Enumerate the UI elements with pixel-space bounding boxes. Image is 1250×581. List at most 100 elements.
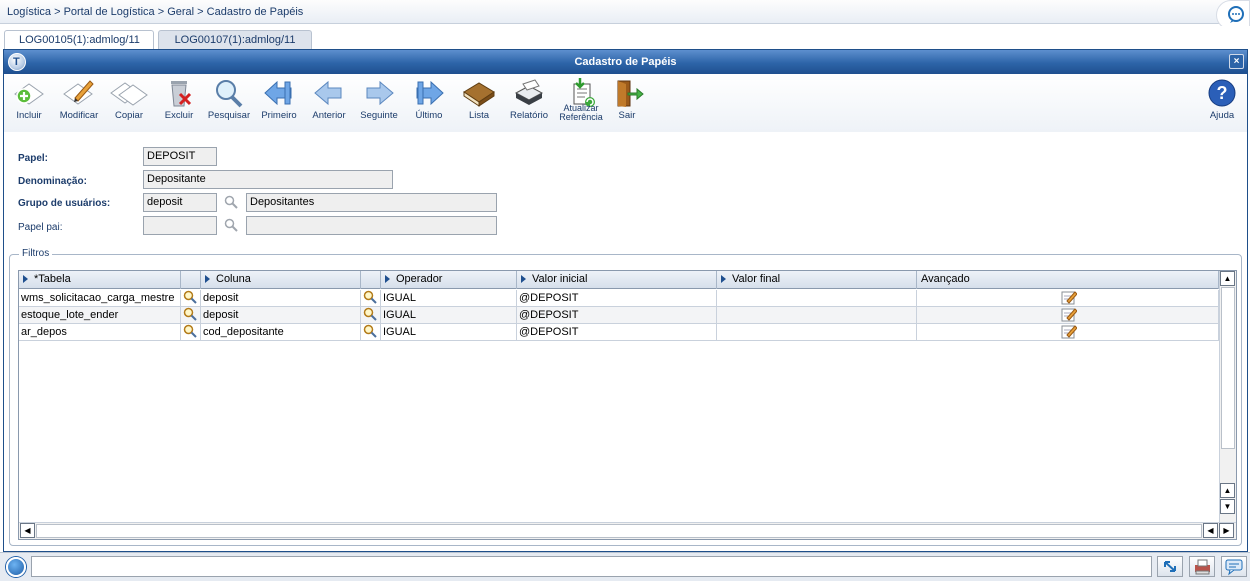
close-window-button[interactable]: × xyxy=(1229,54,1244,69)
pesquisar-button[interactable]: Pesquisar xyxy=(204,78,254,130)
resize-button[interactable] xyxy=(1157,556,1183,577)
papel-pai-code-field[interactable] xyxy=(143,216,217,235)
grupo-lookup-icon[interactable] xyxy=(224,195,238,209)
lista-button[interactable]: Lista xyxy=(454,78,504,130)
cell-coluna[interactable]: deposit xyxy=(201,290,361,306)
cadastro-papeis-window: T Cadastro de Papéis × Incluir Modificar xyxy=(3,49,1248,552)
cell-valor-inicial[interactable]: @DEPOSIT xyxy=(517,307,717,323)
previous-arrow-icon xyxy=(314,80,342,106)
add-document-icon xyxy=(14,83,44,105)
papel-pai-desc-field xyxy=(246,216,497,235)
totvs-logo-icon: T xyxy=(8,53,26,71)
trash-delete-icon xyxy=(171,81,192,107)
scroll-right-left-icon[interactable]: ◀ xyxy=(1203,523,1218,538)
magnifier-search-icon xyxy=(216,80,243,108)
cell-valor-final[interactable] xyxy=(717,307,917,323)
cell-operador[interactable]: IGUAL xyxy=(381,307,517,323)
col-valor-final[interactable]: Valor final xyxy=(717,271,917,289)
cell-valor-inicial[interactable]: @DEPOSIT xyxy=(517,290,717,306)
papel-pai-lookup-icon[interactable] xyxy=(224,218,238,232)
cell-valor-final[interactable] xyxy=(717,290,917,306)
grupo-usuarios-code-field[interactable]: deposit xyxy=(143,193,217,212)
chat-bubble-icon xyxy=(1228,6,1244,23)
book-list-icon xyxy=(463,82,495,107)
seguinte-button[interactable]: Seguinte xyxy=(354,78,404,130)
printer-status-button[interactable] xyxy=(1189,556,1215,577)
horizontal-scrollbar[interactable]: ◀ ◀ ▶ xyxy=(19,522,1236,539)
message-icon xyxy=(1225,559,1243,576)
window-titlebar: T Cadastro de Papéis × xyxy=(4,50,1247,74)
grid-header: *Tabela Coluna Operador Valor inicial Va… xyxy=(19,271,1219,289)
svg-text:?: ? xyxy=(1217,83,1228,103)
sort-arrow-icon xyxy=(205,275,210,283)
status-bar xyxy=(0,552,1250,581)
scroll-up-icon[interactable]: ▲ xyxy=(1220,271,1235,286)
col-valor-inicial[interactable]: Valor inicial xyxy=(517,271,717,289)
filtros-legend: Filtros xyxy=(19,248,53,259)
cell-operador[interactable]: IGUAL xyxy=(381,324,517,340)
coluna-lookup-icon[interactable] xyxy=(361,290,381,306)
table-row[interactable]: wms_solicitacao_carga_mestre deposit IGU… xyxy=(19,290,1219,307)
excluir-button[interactable]: Excluir xyxy=(154,78,204,130)
papel-pai-label: Papel pai: xyxy=(18,222,63,233)
coluna-lookup-icon[interactable] xyxy=(361,307,381,323)
horizontal-scroll-thumb[interactable] xyxy=(36,524,1202,538)
relatorio-button[interactable]: Relatório xyxy=(504,78,554,130)
tabela-lookup-icon[interactable] xyxy=(181,324,201,340)
avancado-edit-icon[interactable] xyxy=(917,290,1219,306)
printer-icon xyxy=(1195,559,1210,575)
primeiro-button[interactable]: Primeiro xyxy=(254,78,304,130)
cell-tabela[interactable]: ar_depos xyxy=(19,324,181,340)
scroll-down-icon[interactable]: ▼ xyxy=(1220,499,1235,514)
cell-valor-final[interactable] xyxy=(717,324,917,340)
ajuda-button[interactable]: ? Ajuda xyxy=(1197,78,1247,130)
scroll-down-top-icon[interactable]: ▲ xyxy=(1220,483,1235,498)
papel-field[interactable]: DEPOSIT xyxy=(143,147,217,166)
last-record-arrow-icon xyxy=(416,80,444,106)
avancado-edit-icon[interactable] xyxy=(917,324,1219,340)
grupo-usuarios-desc-field: Depositantes xyxy=(246,193,497,212)
anterior-button[interactable]: Anterior xyxy=(304,78,354,130)
cell-tabela[interactable]: wms_solicitacao_carga_mestre xyxy=(19,290,181,306)
cell-valor-inicial[interactable]: @DEPOSIT xyxy=(517,324,717,340)
cell-operador[interactable]: IGUAL xyxy=(381,290,517,306)
col-coluna[interactable]: Coluna xyxy=(201,271,361,289)
scroll-left-icon[interactable]: ◀ xyxy=(20,523,35,538)
atualizar-referencia-button[interactable]: Atualizar Referência xyxy=(554,78,608,130)
denominacao-field[interactable]: Depositante xyxy=(143,170,393,189)
table-row[interactable]: estoque_lote_ender deposit IGUAL @DEPOSI… xyxy=(19,307,1219,324)
breadcrumb[interactable]: Logística > Portal de Logística > Geral … xyxy=(7,6,303,18)
cell-coluna[interactable]: deposit xyxy=(201,307,361,323)
toolbar: Incluir Modificar Copiar Excluir Pesquis… xyxy=(4,74,1247,132)
vertical-scrollbar[interactable]: ▲ ▲ ▼ xyxy=(1219,271,1236,522)
table-row[interactable]: ar_depos cod_depositante IGUAL @DEPOSIT xyxy=(19,324,1219,341)
tabela-lookup-icon[interactable] xyxy=(181,290,201,306)
tab-log00105[interactable]: LOG00105(1):admlog/11 xyxy=(4,30,154,50)
grupo-usuarios-label: Grupo de usuários: xyxy=(18,198,111,209)
avancado-edit-icon[interactable] xyxy=(917,307,1219,323)
col-tabela[interactable]: *Tabela xyxy=(19,271,181,289)
scroll-right-icon[interactable]: ▶ xyxy=(1219,523,1234,538)
ultimo-button[interactable]: Último xyxy=(404,78,454,130)
printer-report-icon xyxy=(514,79,544,105)
copiar-button[interactable]: Copiar xyxy=(104,78,154,130)
coluna-lookup-icon[interactable] xyxy=(361,324,381,340)
cell-tabela[interactable]: estoque_lote_ender xyxy=(19,307,181,323)
papel-label: Papel: xyxy=(18,153,49,164)
filtros-grid: *Tabela Coluna Operador Valor inicial Va… xyxy=(18,270,1237,540)
message-button[interactable] xyxy=(1221,556,1247,577)
modificar-button[interactable]: Modificar xyxy=(54,78,104,130)
sort-arrow-icon xyxy=(721,275,726,283)
vertical-scroll-thumb[interactable] xyxy=(1221,287,1235,449)
status-globe-icon[interactable] xyxy=(6,557,26,577)
incluir-button[interactable]: Incluir xyxy=(4,78,54,130)
sort-arrow-icon xyxy=(385,275,390,283)
tabela-lookup-icon[interactable] xyxy=(181,307,201,323)
tab-log00107[interactable]: LOG00107(1):admlog/11 xyxy=(158,30,312,50)
col-operador[interactable]: Operador xyxy=(381,271,517,289)
sort-arrow-icon xyxy=(23,275,28,283)
cell-coluna[interactable]: cod_depositante xyxy=(201,324,361,340)
col-avancado[interactable]: Avançado xyxy=(917,271,1219,289)
exit-door-icon xyxy=(617,80,644,107)
sair-button[interactable]: Sair xyxy=(602,78,652,130)
